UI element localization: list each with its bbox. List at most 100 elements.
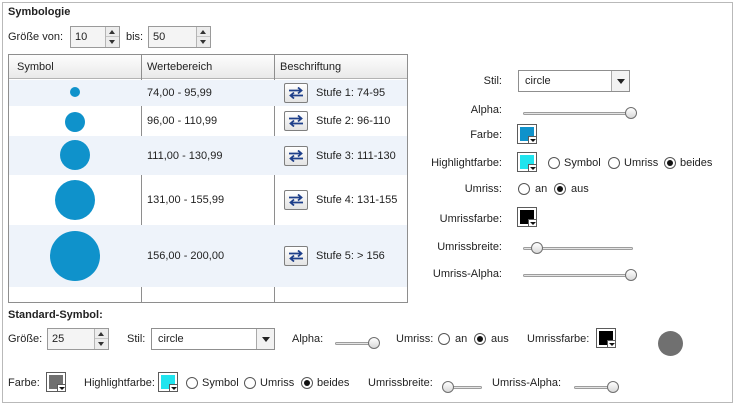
std-outline-width-slider[interactable] (442, 380, 482, 394)
outline-radio-off[interactable] (554, 183, 566, 195)
std-highlight-radio-both[interactable] (301, 377, 313, 389)
std-highlight-option-symbol: Symbol (202, 377, 239, 389)
size-to-up-button[interactable] (197, 27, 210, 37)
table-row[interactable]: 156,00 - 200,00 Stufe 5: > 156 (9, 225, 407, 287)
std-style-select-value: circle (158, 333, 184, 345)
slider-thumb[interactable] (367, 337, 380, 349)
color-label: Farbe: (470, 129, 502, 141)
outline-alpha-slider[interactable] (523, 268, 638, 282)
std-size-down-button[interactable] (95, 339, 108, 349)
symbol-circle (60, 140, 90, 170)
slider-thumb[interactable] (625, 107, 638, 119)
table-row[interactable]: 74,00 - 95,99 Stufe 1: 74-95 (9, 80, 407, 106)
slider-track (523, 112, 637, 115)
std-alpha-label: Alpha: (292, 333, 324, 345)
std-outline-radio-off[interactable] (474, 333, 486, 345)
std-size-up-button[interactable] (95, 329, 108, 339)
std-style-select[interactable]: circle (151, 328, 275, 350)
caption-cell: Stufe 4: 131-155 (316, 194, 398, 206)
std-outline-color-picker[interactable] (596, 328, 616, 348)
highlight-option-both: beides (680, 157, 713, 169)
std-size-label: Größe: (8, 333, 43, 345)
standard-symbol-title: Standard-Symbol: (8, 309, 103, 321)
slider-thumb[interactable] (606, 381, 619, 393)
highlight-color-picker[interactable] (517, 152, 537, 172)
arrow-down-icon (98, 342, 104, 346)
outline-width-slider[interactable] (523, 241, 633, 255)
caption-cell: Stufe 1: 74-95 (316, 87, 386, 99)
arrow-up-icon (98, 332, 104, 336)
style-label: Stil: (483, 75, 502, 87)
highlight-radio-symbol[interactable] (548, 157, 560, 169)
highlight-option-outline: Umriss (624, 157, 659, 169)
std-outline-alpha-label: Umriss-Alpha: (492, 377, 562, 389)
class-table: Symbol Wertebereich Beschriftung 74,00 -… (8, 54, 408, 303)
range-cell: 156,00 - 200,00 (147, 250, 225, 262)
size-to-down-button[interactable] (197, 37, 210, 47)
std-size-buttons (94, 329, 108, 349)
std-outline-alpha-slider[interactable] (574, 380, 619, 394)
header-symbol[interactable]: Symbol (17, 61, 54, 73)
size-from-up-button[interactable] (106, 27, 119, 37)
table-row[interactable]: 111,00 - 130,99 Stufe 3: 111-130 (9, 136, 407, 175)
size-to-buttons (196, 27, 210, 47)
header-range[interactable]: Wertebereich (147, 61, 212, 73)
range-cell: 131,00 - 155,99 (147, 194, 225, 206)
swap-button[interactable] (284, 246, 308, 266)
style-select-value: circle (525, 75, 551, 87)
size-from-down-button[interactable] (106, 37, 119, 47)
std-outline-label: Umriss: (396, 333, 434, 345)
size-from-buttons (105, 27, 119, 47)
color-picker[interactable] (517, 124, 537, 144)
swap-button[interactable] (284, 146, 308, 166)
arrow-down-icon (109, 40, 115, 44)
slider-thumb[interactable] (625, 269, 638, 281)
alpha-slider[interactable] (523, 106, 638, 120)
std-outline-option-off: aus (491, 333, 509, 345)
caption-cell: Stufe 5: > 156 (316, 250, 385, 262)
size-from-label: Größe von: (8, 31, 64, 43)
swap-button[interactable] (284, 111, 308, 131)
symbology-title: Symbologie (8, 6, 71, 18)
std-alpha-slider[interactable] (335, 336, 380, 350)
alpha-label: Alpha: (470, 104, 502, 116)
swap-button[interactable] (284, 83, 308, 103)
std-outline-radio-on[interactable] (438, 333, 450, 345)
style-select[interactable]: circle (518, 70, 630, 92)
range-cell: 74,00 - 95,99 (147, 87, 212, 99)
highlight-radio-both[interactable] (664, 157, 676, 169)
slider-thumb[interactable] (531, 242, 544, 254)
chevron-down-icon (57, 384, 65, 391)
swap-arrows-icon (289, 87, 303, 99)
outline-radio-on[interactable] (518, 183, 530, 195)
outline-label: Umriss: (464, 183, 502, 195)
header-caption[interactable]: Beschriftung (280, 61, 341, 73)
outline-alpha-label: Umriss-Alpha: (432, 268, 502, 280)
chevron-down-icon (528, 164, 536, 171)
std-size-spinner[interactable]: 25 (47, 328, 109, 350)
std-highlight-color-picker[interactable] (158, 372, 178, 392)
outline-color-picker[interactable] (517, 207, 537, 227)
outline-color-label: Umrissfarbe: (439, 213, 502, 225)
table-row[interactable]: 131,00 - 155,99 Stufe 4: 131-155 (9, 175, 407, 225)
std-highlight-option-both: beides (317, 377, 350, 389)
std-color-picker[interactable] (46, 372, 66, 392)
slider-track (523, 274, 637, 277)
std-highlight-option-outline: Umriss (260, 377, 295, 389)
swap-arrows-icon (289, 250, 303, 262)
slider-thumb[interactable] (442, 381, 454, 393)
highlight-radio-outline[interactable] (608, 157, 620, 169)
chevron-down-icon (611, 71, 629, 91)
std-highlight-radio-symbol[interactable] (186, 377, 198, 389)
swap-button[interactable] (284, 190, 308, 210)
size-to-spinner[interactable]: 50 (148, 26, 211, 48)
std-highlight-radio-outline[interactable] (244, 377, 256, 389)
size-to-value: 50 (153, 31, 166, 43)
arrow-down-icon (200, 40, 206, 44)
std-outline-width-label: Umrissbreite: (368, 377, 433, 389)
size-from-spinner[interactable]: 10 (70, 26, 120, 48)
std-outline-option-on: an (455, 333, 468, 345)
table-row[interactable]: 96,00 - 110,99 Stufe 2: 96-110 (9, 106, 407, 136)
symbol-circle (50, 231, 100, 281)
arrow-up-icon (200, 30, 206, 34)
